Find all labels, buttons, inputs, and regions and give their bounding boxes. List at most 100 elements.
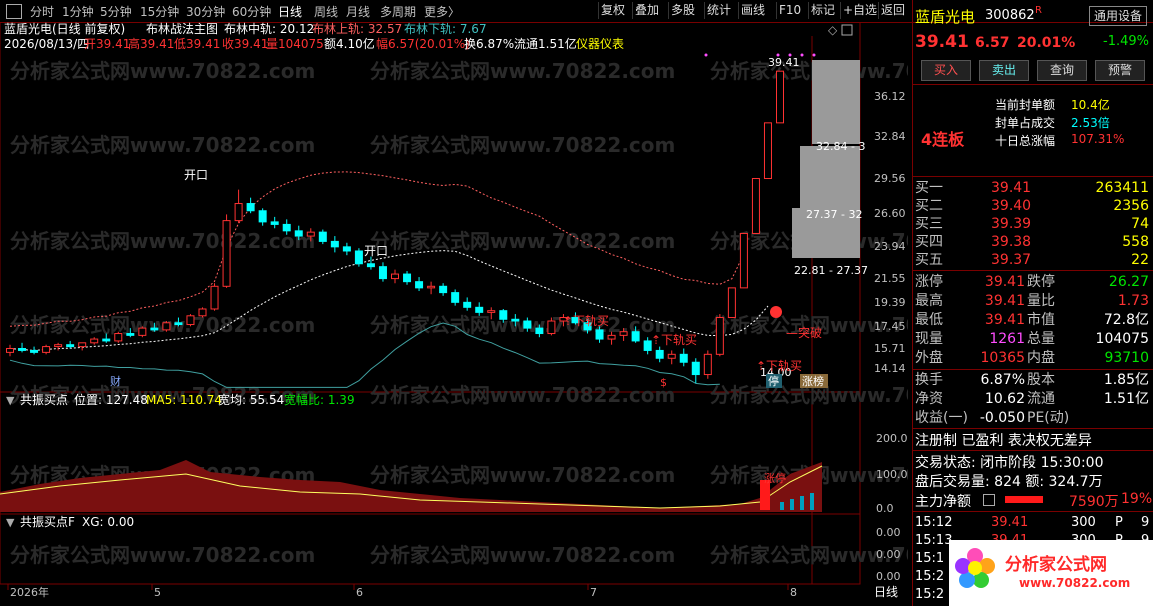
bid-price: 39.40: [991, 198, 1032, 214]
toolbar-button-1[interactable]: 叠加: [632, 2, 661, 19]
price-axis-label: 17.45: [874, 320, 906, 333]
stat-label: 跌停: [1027, 274, 1055, 290]
price-axis-label: 14.14: [874, 362, 906, 375]
bid-price: 39.38: [991, 234, 1032, 250]
candle-body: [655, 349, 664, 359]
signal-dot: [776, 53, 780, 57]
period-tab-1[interactable]: 1分钟: [62, 3, 94, 20]
candle-body: [619, 331, 628, 336]
toolbar-button-7[interactable]: +自选: [840, 2, 879, 19]
tick-price: 39.41: [991, 515, 1029, 530]
last-price: 39.41: [915, 32, 969, 52]
sub2-toggle-icon[interactable]: ▼: [6, 516, 15, 529]
period-tab-10[interactable]: 更多〉: [424, 3, 460, 20]
watermark-text: 分析家公式网www.70822.com: [10, 543, 315, 567]
toolbar-button-2[interactable]: 多股: [668, 2, 697, 19]
header-amount: 额4.10亿: [324, 36, 375, 51]
candle-body: [30, 349, 39, 353]
stat-value: 39.41: [984, 293, 1025, 309]
candle-body: [535, 327, 544, 335]
stat-value: 1.85亿: [1103, 372, 1149, 388]
signal-dot: [800, 53, 804, 57]
period-tab-5[interactable]: 60分钟: [232, 3, 271, 20]
kline-chart[interactable]: 分析家公式网www.70822.com 分析家公式网www.70822.com 分析…: [0, 22, 908, 606]
candle-body: [138, 327, 147, 336]
sector-tag[interactable]: 通用设备: [1089, 6, 1147, 26]
period-tab-8[interactable]: 月线: [346, 3, 370, 20]
stat-row: 收益(一) -0.050 PE(动): [915, 408, 1151, 428]
watermark-text: 分析家公式网www.70822.com: [10, 133, 315, 157]
trade-button-2[interactable]: 查询: [1037, 60, 1087, 81]
stat-row: 最低 39.41 市值 72.8亿: [915, 310, 1151, 330]
stat-value: 10.62: [984, 391, 1025, 407]
period-tab-4[interactable]: 30分钟: [186, 3, 225, 20]
annotation-sell: ⇡下轨买: [651, 333, 697, 347]
candle-body: [150, 327, 159, 331]
trade-button-3[interactable]: 预警: [1095, 60, 1145, 81]
sector-pct: -1.49%: [1103, 34, 1149, 49]
toolbar-button-0[interactable]: 复权: [598, 2, 627, 19]
time-axis-label: 7: [590, 586, 597, 599]
period-tab-2[interactable]: 5分钟: [100, 3, 132, 20]
period-tab-3[interactable]: 15分钟: [140, 3, 179, 20]
candle-body: [330, 240, 339, 248]
signal-dot: [788, 53, 792, 57]
menu-icon[interactable]: [6, 4, 22, 19]
annotation-sell: ⇡下轨买: [563, 314, 609, 328]
stat-label: 流通: [1027, 391, 1055, 407]
trade-button-1[interactable]: 卖出: [979, 60, 1029, 81]
diamond-icon[interactable]: ◇: [828, 23, 838, 37]
sub1-bar: [790, 499, 794, 510]
stat-value: 6.87%: [980, 372, 1025, 388]
sub1-zhangting: 涨停: [764, 471, 786, 485]
toolbar-button-4[interactable]: 画线: [738, 2, 767, 19]
trade-button-0[interactable]: 买入: [921, 60, 971, 81]
stat-label: 总量: [1027, 331, 1055, 347]
stat-label: 涨停: [915, 274, 943, 290]
stat-row: 换手 6.87% 股本 1.85亿: [915, 370, 1151, 390]
time-axis-label: 2026年: [10, 585, 49, 599]
period-tab-9[interactable]: 多周期: [380, 3, 416, 20]
toolbar-button-3[interactable]: 统计: [704, 2, 733, 19]
candle-body: [234, 203, 243, 222]
stat-value: -0.050: [979, 410, 1025, 426]
annotation-open: 开口: [184, 168, 208, 182]
period-tab-6[interactable]: 日线: [278, 3, 302, 20]
bid-row: 买四 39.38 558: [915, 232, 1151, 252]
bid-label: 买四: [915, 234, 943, 250]
bid-price: 39.39: [991, 216, 1032, 232]
period-tab-0[interactable]: 分时: [30, 3, 54, 20]
tick-flag: P: [1115, 515, 1123, 530]
price-axis-label: 15.71: [874, 342, 906, 355]
bid-row: 买二 39.40 2356: [915, 196, 1151, 216]
toolbar-button-5[interactable]: F10: [776, 2, 803, 19]
sub1-toggle-icon[interactable]: ▼: [6, 394, 15, 407]
quote-panel: 蓝盾光电 300862 R 通用设备 39.41 6.57 20.01% -1.…: [912, 0, 1153, 606]
candle-body: [667, 353, 676, 359]
price-axis-label: 26.60: [874, 207, 906, 220]
level-mark: 32.84 - 3: [816, 140, 865, 153]
header-float: 流通1.51亿: [514, 36, 577, 51]
stat-label: 最高: [915, 293, 943, 309]
bid-volume: 263411: [1095, 180, 1149, 196]
candle-body: [270, 221, 279, 225]
stat-label: 换手: [915, 372, 943, 388]
candle-body: [282, 223, 291, 232]
sub2-axis-label: 0.00: [876, 570, 901, 583]
list-icon[interactable]: [983, 494, 995, 506]
trade-status: 交易状态: 闭市阶段 15:30:00: [915, 455, 1104, 471]
period-tab-7[interactable]: 周线: [314, 3, 338, 20]
chip-block: [812, 60, 860, 144]
candle-body: [499, 310, 508, 320]
stat-label: 净资: [915, 391, 943, 407]
stat-value: 93710: [1104, 350, 1149, 366]
stat-label: 内盘: [1027, 350, 1055, 366]
toolbar-button-8[interactable]: 返回: [878, 2, 907, 19]
watermark-text: 分析家公式网www.70822.com: [370, 133, 675, 157]
indicator-name: 布林战法主图: [146, 22, 218, 36]
price-axis-label: 23.94: [874, 240, 906, 253]
candle-body: [776, 70, 784, 124]
toolbar-button-6[interactable]: 标记: [808, 2, 837, 19]
close-icon[interactable]: [841, 24, 853, 36]
stat-row: 现量 1261 总量 104075: [915, 329, 1151, 349]
